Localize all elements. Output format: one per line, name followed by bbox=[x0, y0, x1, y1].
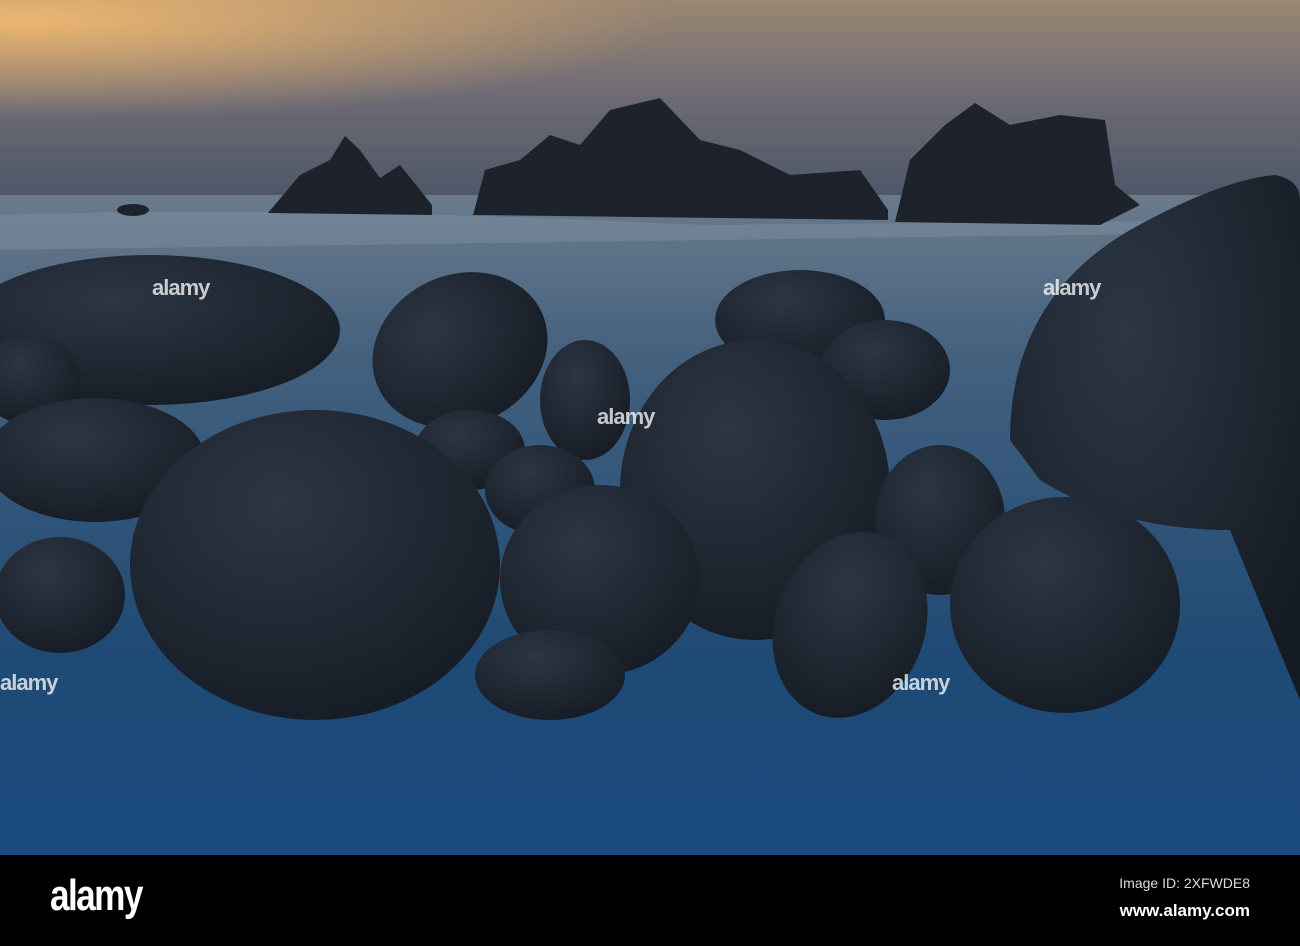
image-id: Image ID: 2XFWDE8 bbox=[1119, 875, 1250, 891]
watermark: alamy bbox=[1043, 275, 1101, 300]
watermark: alamy bbox=[152, 275, 210, 300]
site-url: www.alamy.com bbox=[1119, 901, 1250, 920]
alamy-logo: alamy bbox=[50, 871, 143, 920]
watermark: alamy bbox=[0, 670, 58, 695]
distant-rock bbox=[117, 204, 149, 216]
watermark: alamy bbox=[892, 670, 950, 695]
footer-bar: alamy Image ID: 2XFWDE8 www.alamy.com bbox=[0, 855, 1300, 946]
stock-photo: alamy alamy alamy alamy alamy alamy Imag… bbox=[0, 0, 1300, 946]
watermark: alamy bbox=[597, 404, 655, 429]
